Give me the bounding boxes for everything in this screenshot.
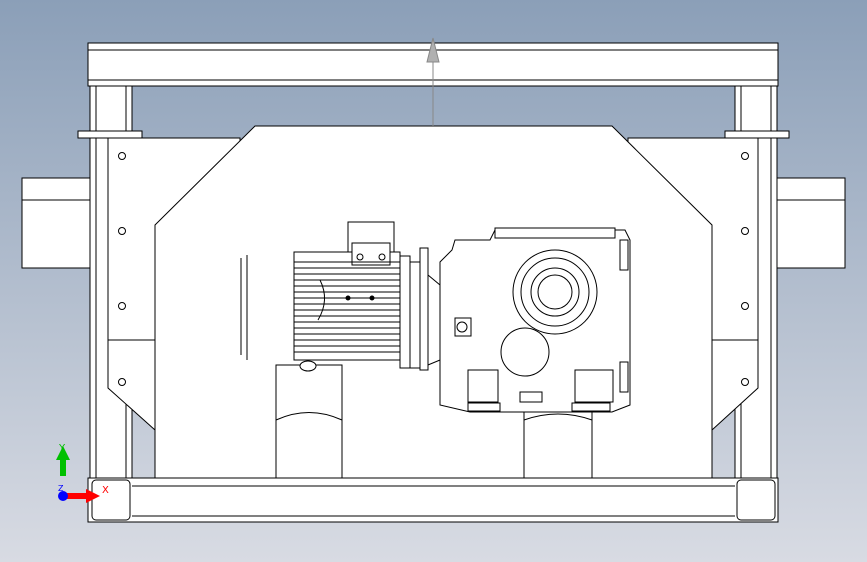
bottom-right-corner-tube [736,479,776,521]
right-flange [724,130,790,139]
y-axis-label: Y [59,443,66,454]
bottom-beam [87,477,779,523]
cad-viewport[interactable]: Y X Z [0,0,867,562]
gearbox [439,227,631,413]
motor-support-column [275,364,343,479]
x-axis-label: X [102,485,109,496]
z-axis-label: Z [58,484,64,493]
bottom-left-corner-tube [91,479,131,521]
left-side-bracket [21,177,91,269]
right-side-bracket [776,177,846,269]
gearbox-support-column [523,404,593,479]
left-flange [77,130,143,139]
cad-drawing [0,0,867,562]
